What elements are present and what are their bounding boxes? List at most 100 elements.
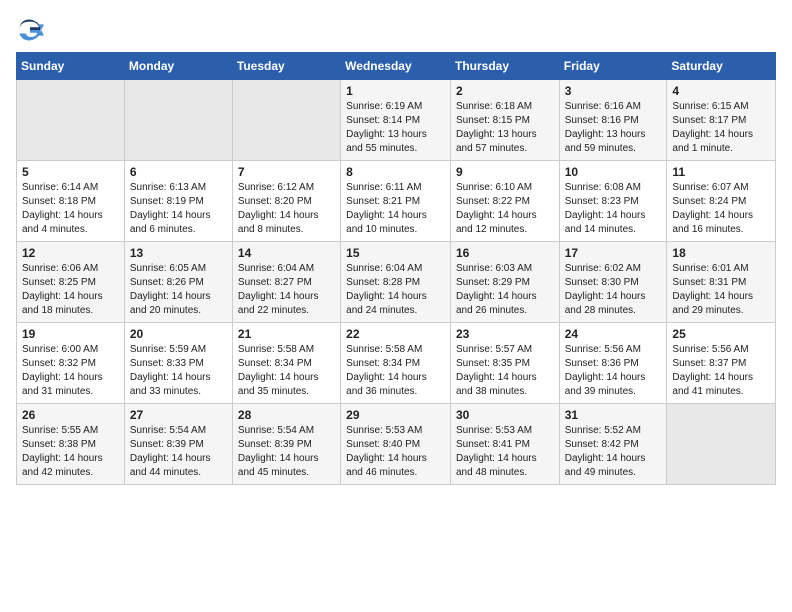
day-number: 1 bbox=[346, 84, 445, 98]
day-number: 30 bbox=[456, 408, 554, 422]
day-number: 23 bbox=[456, 327, 554, 341]
day-number: 10 bbox=[565, 165, 662, 179]
day-cell: 5Sunrise: 6:14 AMSunset: 8:18 PMDaylight… bbox=[17, 161, 125, 242]
day-cell bbox=[124, 80, 232, 161]
cell-content: Sunrise: 5:55 AMSunset: 8:38 PMDaylight:… bbox=[22, 424, 119, 480]
day-cell: 29Sunrise: 5:53 AMSunset: 8:40 PMDayligh… bbox=[341, 404, 451, 485]
day-cell: 21 Sunrise: 5:58 AMSunset: 8:34 PMDayligh… bbox=[232, 323, 340, 404]
day-cell: 10 Sunrise: 6:08 AMSunset: 8:23 PMDayligh… bbox=[559, 161, 667, 242]
cell-content: Sunrise: 6:04 AMSunset: 8:27 PMDaylight:… bbox=[238, 262, 335, 318]
day-number: 19 bbox=[22, 327, 119, 341]
header-row: SundayMondayTuesdayWednesdayThursdayFrid… bbox=[17, 53, 776, 80]
day-header-tuesday: Tuesday bbox=[232, 53, 340, 80]
page-header bbox=[16, 16, 776, 44]
day-number: 25 bbox=[672, 327, 770, 341]
day-number: 13 bbox=[130, 246, 227, 260]
day-number: 2 bbox=[456, 84, 554, 98]
day-number: 15 bbox=[346, 246, 445, 260]
day-cell: 28 Sunrise: 5:54 AMSunset: 8:39 PMDayligh… bbox=[232, 404, 340, 485]
day-cell: 6 Sunrise: 6:13 AMSunset: 8:19 PMDaylight… bbox=[124, 161, 232, 242]
cell-content: Sunrise: 6:05 AMSunset: 8:26 PMDaylight:… bbox=[130, 262, 227, 318]
cell-content: Sunrise: 5:56 AMSunset: 8:37 PMDaylight:… bbox=[672, 343, 770, 399]
week-row-2: 5Sunrise: 6:14 AMSunset: 8:18 PMDaylight… bbox=[17, 161, 776, 242]
day-header-monday: Monday bbox=[124, 53, 232, 80]
calendar-table: SundayMondayTuesdayWednesdayThursdayFrid… bbox=[16, 52, 776, 485]
cell-content: Sunrise: 6:16 AMSunset: 8:16 PMDaylight:… bbox=[565, 100, 662, 156]
day-cell: 27Sunrise: 5:54 AMSunset: 8:39 PMDayligh… bbox=[124, 404, 232, 485]
day-cell: 20Sunrise: 5:59 AMSunset: 8:33 PMDayligh… bbox=[124, 323, 232, 404]
day-cell: 1 Sunrise: 6:19 AMSunset: 8:14 PMDaylight… bbox=[341, 80, 451, 161]
cell-content: Sunrise: 5:52 AMSunset: 8:42 PMDaylight:… bbox=[565, 424, 662, 480]
cell-content: Sunrise: 5:54 AMSunset: 8:39 PMDaylight:… bbox=[238, 424, 335, 480]
day-number: 5 bbox=[22, 165, 119, 179]
cell-content: Sunrise: 5:58 AMSunset: 8:34 PMDaylight:… bbox=[238, 343, 335, 399]
week-row-4: 19Sunrise: 6:00 AMSunset: 8:32 PMDayligh… bbox=[17, 323, 776, 404]
day-cell: 3 Sunrise: 6:16 AMSunset: 8:16 PMDaylight… bbox=[559, 80, 667, 161]
cell-content: Sunrise: 5:58 AMSunset: 8:34 PMDaylight:… bbox=[346, 343, 445, 399]
day-number: 11 bbox=[672, 165, 770, 179]
day-header-sunday: Sunday bbox=[17, 53, 125, 80]
day-cell: 31 Sunrise: 5:52 AMSunset: 8:42 PMDayligh… bbox=[559, 404, 667, 485]
day-cell: 24 Sunrise: 5:56 AMSunset: 8:36 PMDayligh… bbox=[559, 323, 667, 404]
day-number: 8 bbox=[346, 165, 445, 179]
day-number: 6 bbox=[130, 165, 227, 179]
day-cell: 18 Sunrise: 6:01 AMSunset: 8:31 PMDayligh… bbox=[667, 242, 776, 323]
day-cell: 16 Sunrise: 6:03 AMSunset: 8:29 PMDayligh… bbox=[450, 242, 559, 323]
cell-content: Sunrise: 6:03 AMSunset: 8:29 PMDaylight:… bbox=[456, 262, 554, 318]
day-cell: 7 Sunrise: 6:12 AMSunset: 8:20 PMDaylight… bbox=[232, 161, 340, 242]
day-cell: 25 Sunrise: 5:56 AMSunset: 8:37 PMDayligh… bbox=[667, 323, 776, 404]
day-number: 3 bbox=[565, 84, 662, 98]
day-cell: 14 Sunrise: 6:04 AMSunset: 8:27 PMDayligh… bbox=[232, 242, 340, 323]
day-header-friday: Friday bbox=[559, 53, 667, 80]
day-number: 7 bbox=[238, 165, 335, 179]
cell-content: Sunrise: 6:19 AMSunset: 8:14 PMDaylight:… bbox=[346, 100, 445, 156]
day-cell bbox=[17, 80, 125, 161]
cell-content: Sunrise: 5:56 AMSunset: 8:36 PMDaylight:… bbox=[565, 343, 662, 399]
day-header-thursday: Thursday bbox=[450, 53, 559, 80]
day-cell: 23 Sunrise: 5:57 AMSunset: 8:35 PMDayligh… bbox=[450, 323, 559, 404]
cell-content: Sunrise: 6:06 AMSunset: 8:25 PMDaylight:… bbox=[22, 262, 119, 318]
cell-content: Sunrise: 6:01 AMSunset: 8:31 PMDaylight:… bbox=[672, 262, 770, 318]
day-number: 31 bbox=[565, 408, 662, 422]
day-number: 18 bbox=[672, 246, 770, 260]
day-number: 28 bbox=[238, 408, 335, 422]
day-cell: 19Sunrise: 6:00 AMSunset: 8:32 PMDayligh… bbox=[17, 323, 125, 404]
day-cell: 8 Sunrise: 6:11 AMSunset: 8:21 PMDaylight… bbox=[341, 161, 451, 242]
cell-content: Sunrise: 6:15 AMSunset: 8:17 PMDaylight:… bbox=[672, 100, 770, 156]
cell-content: Sunrise: 6:10 AMSunset: 8:22 PMDaylight:… bbox=[456, 181, 554, 237]
day-cell: 22Sunrise: 5:58 AMSunset: 8:34 PMDayligh… bbox=[341, 323, 451, 404]
day-cell: 17 Sunrise: 6:02 AMSunset: 8:30 PMDayligh… bbox=[559, 242, 667, 323]
day-number: 20 bbox=[130, 327, 227, 341]
day-cell: 4 Sunrise: 6:15 AMSunset: 8:17 PMDaylight… bbox=[667, 80, 776, 161]
day-number: 14 bbox=[238, 246, 335, 260]
day-cell bbox=[232, 80, 340, 161]
cell-content: Sunrise: 5:53 AMSunset: 8:40 PMDaylight:… bbox=[346, 424, 445, 480]
day-cell: 30Sunrise: 5:53 AMSunset: 8:41 PMDayligh… bbox=[450, 404, 559, 485]
day-cell: 26 Sunrise: 5:55 AMSunset: 8:38 PMDayligh… bbox=[17, 404, 125, 485]
cell-content: Sunrise: 6:11 AMSunset: 8:21 PMDaylight:… bbox=[346, 181, 445, 237]
day-number: 21 bbox=[238, 327, 335, 341]
week-row-5: 26 Sunrise: 5:55 AMSunset: 8:38 PMDayligh… bbox=[17, 404, 776, 485]
cell-content: Sunrise: 6:07 AMSunset: 8:24 PMDaylight:… bbox=[672, 181, 770, 237]
week-row-1: 1 Sunrise: 6:19 AMSunset: 8:14 PMDaylight… bbox=[17, 80, 776, 161]
day-cell: 13 Sunrise: 6:05 AMSunset: 8:26 PMDayligh… bbox=[124, 242, 232, 323]
logo bbox=[16, 16, 48, 44]
day-number: 24 bbox=[565, 327, 662, 341]
cell-content: Sunrise: 6:08 AMSunset: 8:23 PMDaylight:… bbox=[565, 181, 662, 237]
day-number: 26 bbox=[22, 408, 119, 422]
day-number: 12 bbox=[22, 246, 119, 260]
cell-content: Sunrise: 6:04 AMSunset: 8:28 PMDaylight:… bbox=[346, 262, 445, 318]
cell-content: Sunrise: 6:02 AMSunset: 8:30 PMDaylight:… bbox=[565, 262, 662, 318]
cell-content: Sunrise: 6:13 AMSunset: 8:19 PMDaylight:… bbox=[130, 181, 227, 237]
day-number: 16 bbox=[456, 246, 554, 260]
day-header-saturday: Saturday bbox=[667, 53, 776, 80]
day-header-wednesday: Wednesday bbox=[341, 53, 451, 80]
day-number: 9 bbox=[456, 165, 554, 179]
cell-content: Sunrise: 6:18 AMSunset: 8:15 PMDaylight:… bbox=[456, 100, 554, 156]
day-number: 17 bbox=[565, 246, 662, 260]
cell-content: Sunrise: 6:12 AMSunset: 8:20 PMDaylight:… bbox=[238, 181, 335, 237]
logo-icon bbox=[16, 16, 44, 44]
day-number: 4 bbox=[672, 84, 770, 98]
day-cell: 11 Sunrise: 6:07 AMSunset: 8:24 PMDayligh… bbox=[667, 161, 776, 242]
cell-content: Sunrise: 5:57 AMSunset: 8:35 PMDaylight:… bbox=[456, 343, 554, 399]
